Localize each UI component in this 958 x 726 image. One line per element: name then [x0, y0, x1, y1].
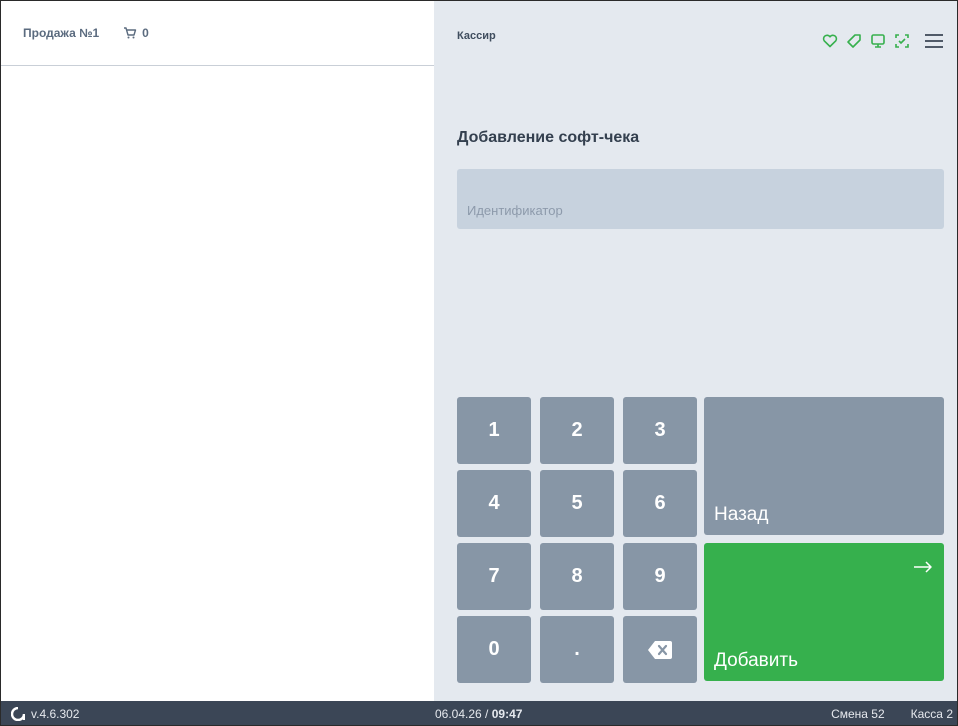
datetime-separator: / — [481, 707, 492, 721]
status-bar: v.4.6.302 06.04.26 / 09:47 Смена 52 Касс… — [1, 701, 957, 725]
key-3[interactable]: 3 — [623, 397, 697, 464]
version-text: v.4.6.302 — [31, 707, 80, 721]
time-text: 09:47 — [491, 707, 523, 721]
date-text: 06.04.26 — [435, 707, 482, 721]
heart-icon[interactable] — [822, 34, 838, 48]
key-0[interactable]: 0 — [457, 616, 531, 683]
shift-info: Смена 52 Касса 2 — [805, 707, 953, 721]
key-6[interactable]: 6 — [623, 470, 697, 537]
key-4[interactable]: 4 — [457, 470, 531, 537]
form-title: Добавление софт-чека — [457, 129, 640, 146]
cart-counter: 0 — [123, 26, 149, 40]
arrow-right-icon — [913, 557, 933, 579]
sale-tab[interactable]: Продажа №1 — [23, 26, 99, 40]
action-panel: Кассир Добавление софт-чека Идентификато… — [434, 1, 957, 701]
tag-icon[interactable] — [846, 33, 862, 49]
add-button-label: Добавить — [714, 650, 798, 671]
menu-icon[interactable] — [924, 33, 944, 49]
monitor-icon[interactable] — [870, 33, 886, 49]
cart-icon — [123, 27, 142, 39]
version-info: v.4.6.302 — [11, 707, 79, 721]
backspace-key[interactable] — [623, 616, 697, 683]
shift-text: Смена 52 — [831, 707, 885, 721]
key-5[interactable]: 5 — [540, 470, 614, 537]
key-9[interactable]: 9 — [623, 543, 697, 610]
scan-icon[interactable] — [894, 33, 910, 49]
add-button[interactable]: Добавить — [704, 543, 944, 681]
key-1[interactable]: 1 — [457, 397, 531, 464]
datetime: 06.04.26 / 09:47 — [435, 707, 522, 721]
identifier-input[interactable] — [457, 169, 944, 229]
app-window: Продажа №1 0 Кассир Добавление софт-чека… — [0, 0, 958, 726]
register-text: Касса 2 — [910, 707, 953, 721]
back-button[interactable]: Назад — [704, 397, 944, 535]
cart-count: 0 — [142, 26, 149, 40]
key-2[interactable]: 2 — [540, 397, 614, 464]
sale-panel: Продажа №1 0 — [1, 1, 434, 701]
sale-header: Продажа №1 0 — [1, 1, 434, 66]
cashier-role: Кассир — [457, 30, 496, 42]
app-logo-icon — [11, 707, 31, 721]
key-7[interactable]: 7 — [457, 543, 531, 610]
toolbar-icons — [814, 33, 944, 49]
backspace-icon — [647, 640, 673, 660]
key-8[interactable]: 8 — [540, 543, 614, 610]
back-button-label: Назад — [714, 504, 769, 525]
key-dot[interactable]: . — [540, 616, 614, 683]
